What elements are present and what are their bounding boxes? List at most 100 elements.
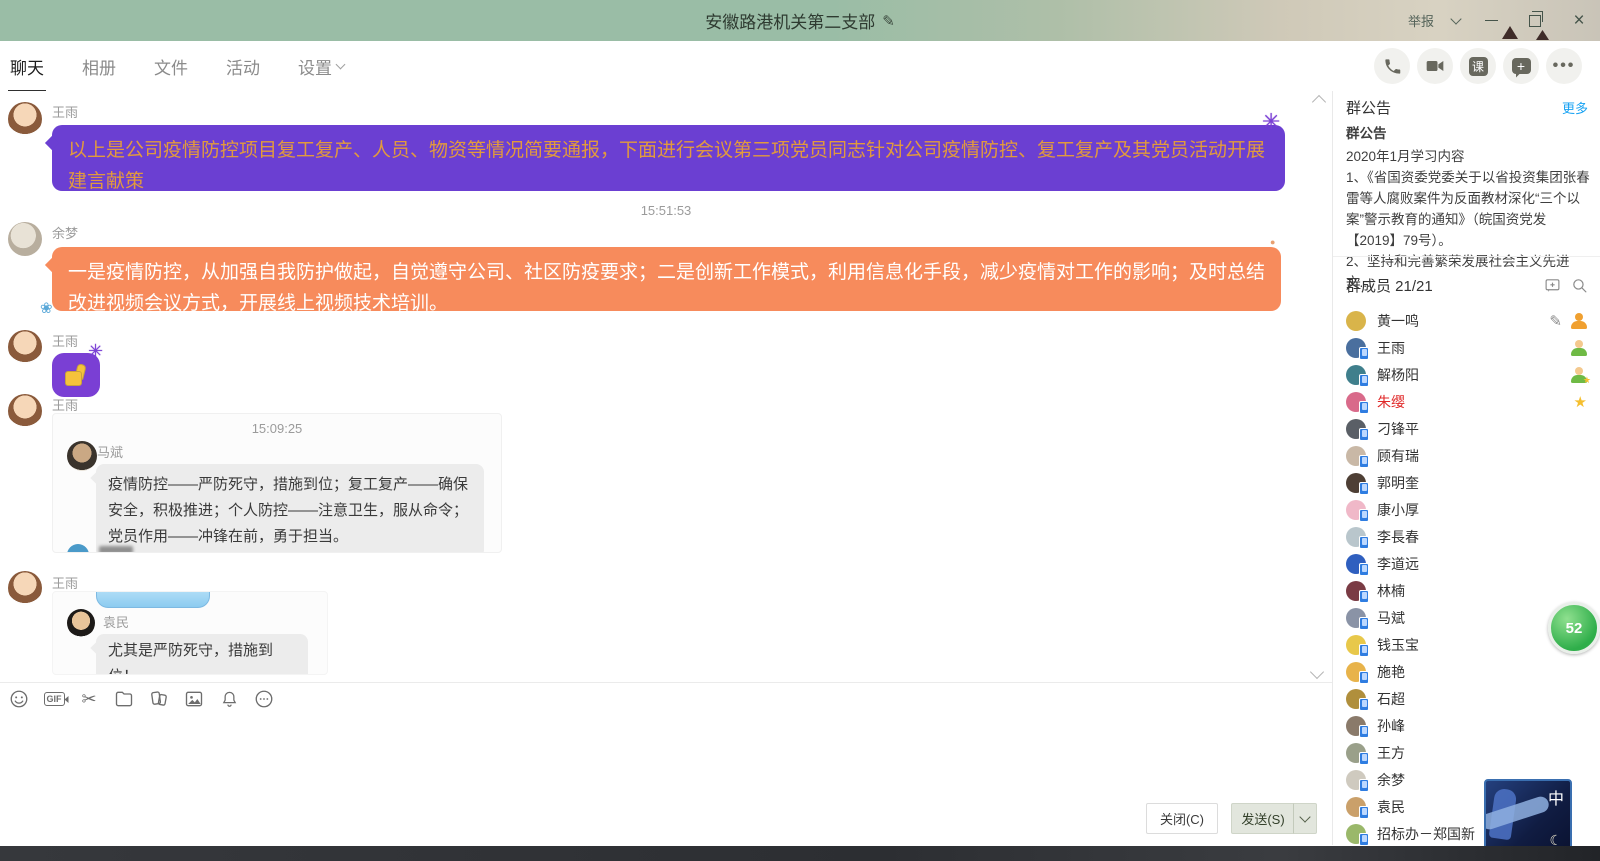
avatar — [1346, 446, 1366, 466]
sender-name: 余梦 — [52, 223, 78, 242]
avatar — [1346, 662, 1366, 682]
close-chat-button[interactable]: 关闭(C) — [1146, 803, 1218, 834]
avatar[interactable] — [67, 609, 95, 637]
avatar[interactable] — [8, 571, 42, 605]
titlebar-dropdown-icon[interactable] — [1450, 13, 1461, 24]
video-camera-icon — [1425, 56, 1445, 76]
member-name: 顾有瑞 — [1377, 446, 1419, 466]
minimize-button[interactable] — [1478, 8, 1504, 34]
bell-icon[interactable] — [218, 688, 240, 710]
announcement-body: 群公告 2020年1月学习内容 1、《省国资委党委关于以省投资集团张春雷等人腐败… — [1346, 123, 1590, 293]
sender-name: 王雨 — [52, 395, 78, 414]
member-row[interactable]: 施艳 — [1333, 658, 1600, 685]
avatar — [1346, 797, 1366, 817]
avatar — [1346, 554, 1366, 574]
sparkle-decoration-icon: ✳ — [88, 341, 103, 362]
avatar[interactable] — [8, 222, 42, 256]
member-row[interactable]: 顾有瑞 — [1333, 442, 1600, 469]
file-folder-icon[interactable] — [113, 688, 135, 710]
voice-call-button[interactable] — [1374, 48, 1410, 84]
message-list: 王雨 以上是公司疫情防控项目复工复产、人员、物资等情况简要通报，下面进行会议第三… — [0, 91, 1332, 682]
tab-album[interactable]: 相册 — [82, 54, 116, 79]
avatar — [1346, 338, 1366, 358]
avatar — [67, 544, 89, 553]
member-row[interactable]: 林楠 — [1333, 577, 1600, 604]
member-name: 李長春 — [1377, 527, 1419, 547]
close-button[interactable]: × — [1566, 8, 1592, 34]
member-row[interactable]: 孙峰 — [1333, 712, 1600, 739]
member-name: 康小厚 — [1377, 500, 1419, 520]
member-row[interactable]: 李道远 — [1333, 550, 1600, 577]
avatar — [1346, 500, 1366, 520]
avatar — [1346, 365, 1366, 385]
avatar[interactable] — [8, 394, 42, 428]
compose-toolbar: GIF ✂ — [0, 683, 1340, 715]
quote-sender-name: 袁民 — [103, 612, 129, 631]
avatar[interactable] — [67, 441, 97, 471]
send-button[interactable]: 发送(S) — [1231, 803, 1294, 834]
member-name: 黄一鸣 — [1377, 311, 1419, 331]
admin-star-badge-icon: ★ — [1571, 367, 1587, 383]
cut-text-decoration — [99, 546, 133, 553]
gif-icon[interactable]: GIF — [43, 688, 65, 710]
restore-button[interactable] — [1522, 8, 1548, 34]
group-post-button[interactable]: + — [1503, 48, 1539, 84]
member-row[interactable]: 康小厚 — [1333, 496, 1600, 523]
timestamp: 15:51:53 — [0, 203, 1332, 218]
member-row[interactable]: 刁锋平 — [1333, 415, 1600, 442]
tab-settings[interactable]: 设置 — [298, 54, 344, 79]
game-character-label: 中 — [1548, 785, 1564, 809]
edit-card-icon[interactable]: ✎ — [1549, 312, 1562, 330]
more-tools-icon[interactable] — [253, 688, 275, 710]
bottom-window-edge — [0, 846, 1600, 861]
mobile-online-icon — [1359, 401, 1369, 414]
avatar — [1346, 581, 1366, 601]
tab-files[interactable]: 文件 — [154, 54, 188, 79]
member-name: 马斌 — [1377, 608, 1405, 628]
send-options-button[interactable] — [1293, 803, 1317, 834]
member-name: 施艳 — [1377, 662, 1405, 682]
collapse-down-icon[interactable] — [1310, 665, 1324, 679]
member-name: 朱缨 — [1377, 392, 1405, 412]
member-row[interactable]: 黄一鸣 ✎ — [1333, 307, 1600, 334]
member-row[interactable]: 李長春 — [1333, 523, 1600, 550]
avatar — [1346, 716, 1366, 736]
member-row[interactable]: 王雨 — [1333, 334, 1600, 361]
avatar — [1346, 689, 1366, 709]
shake-window-icon[interactable] — [148, 688, 170, 710]
member-row[interactable]: 朱缨 ★ — [1333, 388, 1600, 415]
admin-badge-icon — [1571, 340, 1587, 356]
report-button[interactable]: 举报 — [1408, 11, 1434, 30]
search-icon[interactable] — [1571, 277, 1588, 294]
collapse-up-icon[interactable] — [1312, 95, 1326, 109]
image-icon[interactable] — [183, 688, 205, 710]
announcement-more-link[interactable]: 更多 — [1562, 98, 1588, 117]
mobile-online-icon — [1359, 644, 1369, 657]
member-name: 王方 — [1377, 743, 1405, 763]
quote-bubble: 尤其是严防死守，措施到位！ — [96, 634, 308, 675]
mobile-online-icon — [1359, 482, 1369, 495]
avatar[interactable] — [8, 330, 42, 364]
edit-title-icon[interactable]: ✎ — [882, 12, 895, 30]
tab-chat[interactable]: 聊天 — [10, 54, 44, 79]
member-name: 李道远 — [1377, 554, 1419, 574]
screenshot-scissors-icon[interactable]: ✂ — [78, 688, 100, 710]
video-call-button[interactable] — [1417, 48, 1453, 84]
more-actions-button[interactable]: ••• — [1546, 48, 1582, 84]
message-bubble: 一是疫情防控，从加强自我防护做起，自觉遵守公司、社区防疫要求；二是创新工作模式，… — [52, 247, 1281, 311]
add-post-icon[interactable] — [1544, 277, 1561, 294]
emoji-icon[interactable] — [8, 688, 30, 710]
mobile-online-icon — [1359, 347, 1369, 360]
class-button[interactable]: 课 — [1460, 48, 1496, 84]
member-row[interactable]: 石超 — [1333, 685, 1600, 712]
member-name: 解杨阳 — [1377, 365, 1419, 385]
quote-sender-name: 马斌 — [97, 442, 123, 461]
member-row[interactable]: 王方 — [1333, 739, 1600, 766]
tab-activities[interactable]: 活动 — [226, 54, 260, 79]
ellipsis-icon: ••• — [1553, 57, 1576, 75]
avatar[interactable] — [8, 102, 42, 136]
member-name: 袁民 — [1377, 797, 1405, 817]
member-row[interactable]: 郭明奎 — [1333, 469, 1600, 496]
level-badge[interactable]: 52 — [1548, 602, 1600, 654]
member-row[interactable]: 解杨阳 ★ — [1333, 361, 1600, 388]
